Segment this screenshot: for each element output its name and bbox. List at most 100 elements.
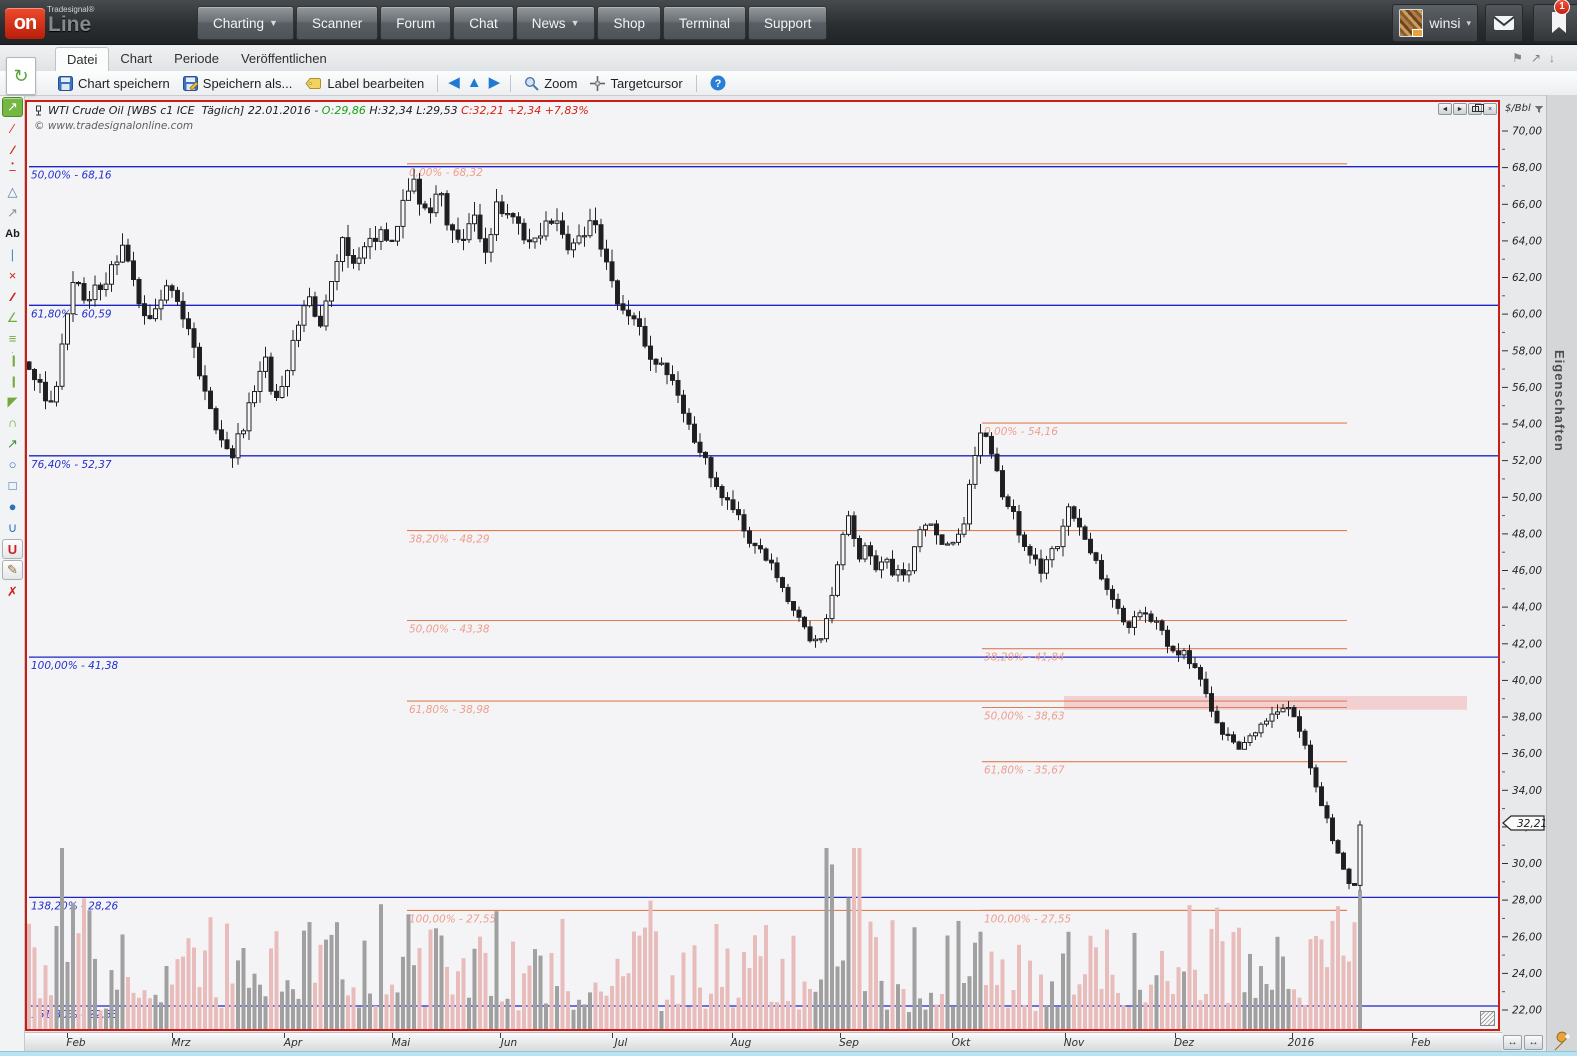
crossed-lines-tool-icon[interactable]: × — [0, 265, 25, 286]
pointer-tool-icon[interactable]: ↗ — [2, 97, 23, 117]
nav-left-button[interactable]: ◀ — [448, 75, 460, 90]
restore-window-button[interactable] — [1468, 103, 1484, 115]
expand-axis-button[interactable]: ↔ — [1524, 1035, 1543, 1050]
time-axis-label: Apr — [283, 1037, 303, 1049]
label-edit-button[interactable]: Label bearbeiten — [302, 74, 427, 93]
external-link-icon[interactable]: ↗ — [1531, 51, 1541, 65]
tab-veröffentlichen[interactable]: Veröffentlichen — [230, 47, 338, 72]
floppy-icon — [182, 75, 198, 91]
text-tool-icon[interactable]: Ab — [0, 223, 25, 244]
nav-forum-button[interactable]: Forum — [380, 6, 452, 40]
svg-text:40,00: 40,00 — [1512, 675, 1542, 687]
candlestick-chart[interactable]: 50,00% - 68,1661,80% - 60,5976,40% - 52,… — [27, 102, 1498, 1029]
settings-wrench-button[interactable] — [1548, 1031, 1576, 1053]
svg-text:61,80% - 35,67: 61,80% - 35,67 — [984, 765, 1065, 777]
menu-bar: Datei Chart Periode Veröffentlichen ⚑ ↗ ↓ — [0, 45, 1577, 72]
nav-terminal-button[interactable]: Terminal — [663, 6, 747, 40]
nav-chat-button[interactable]: Chat — [453, 6, 514, 40]
nav-scanner-button[interactable]: Scanner — [295, 6, 379, 40]
time-axis[interactable]: Feb Mrz Apr Mai Jun Jul Aug Sep Okt Nov Dez 2016 Feb — [25, 1032, 1502, 1051]
drawing-tools-panel: ↗∕∕∕−•△↗Ab|×∕∕∕∠≡|||·|||◤∩↗○□●∪U✎✗ — [0, 96, 25, 1056]
restore-icon — [1471, 104, 1484, 112]
nav-support-button[interactable]: Support — [748, 6, 828, 40]
chart-resize-handle[interactable] — [1480, 1011, 1495, 1026]
triangle-tool-icon[interactable]: △ — [0, 181, 25, 202]
scroll-right-button[interactable]: ► — [1453, 103, 1467, 115]
svg-text:61,80% - 38,98: 61,80% - 38,98 — [409, 704, 490, 716]
nav-charting-button[interactable]: Charting ▼ — [197, 6, 294, 40]
arcs-tool-icon[interactable]: ∩ — [0, 412, 25, 433]
scroll-left-button[interactable]: ◄ — [1438, 103, 1452, 115]
tab-datei[interactable]: Datei — [55, 47, 110, 72]
arrow-tool-icon[interactable]: ↗ — [0, 202, 25, 223]
svg-text:68,00: 68,00 — [1512, 162, 1542, 174]
properties-panel-tab[interactable]: Eigenschaften — [1546, 95, 1577, 1056]
title-high-low: H:32,34 L:29,53 — [365, 104, 462, 117]
time-axis-tick — [612, 1033, 613, 1038]
svg-text:48,00: 48,00 — [1512, 528, 1542, 540]
trendline-tool-icon[interactable]: ∕ — [0, 118, 25, 139]
zoom-button[interactable]: Zoom — [521, 74, 580, 93]
trend-arrow-tool-icon[interactable]: ↗ — [0, 433, 25, 454]
main-nav: Charting ▼ Scanner Forum Chat News ▼ Shop Termin… — [197, 6, 828, 40]
svg-text:100,00% - 27,55: 100,00% - 27,55 — [409, 913, 497, 925]
magnifier-icon — [525, 76, 539, 91]
targetcursor-button[interactable]: Targetcursor — [587, 74, 685, 93]
svg-text:44,00: 44,00 — [1512, 602, 1542, 614]
pencil-tool-icon[interactable]: ✎ — [2, 560, 23, 580]
chart-save-button[interactable]: Chart speichern — [55, 74, 173, 93]
crosshair-icon — [590, 75, 606, 91]
nav-shop-button[interactable]: Shop — [597, 6, 662, 40]
chart-save-button-label: Chart speichern — [78, 75, 170, 91]
window-icons: ⚑ ↗ ↓ — [1512, 51, 1555, 65]
user-name: winsi — [1429, 15, 1461, 31]
time-axis-label: Sep — [839, 1037, 859, 1049]
help-button[interactable]: ? — [707, 73, 729, 93]
brand-logo[interactable]: Tradesignal® on Line — [5, 3, 155, 43]
vertical-lines-tool-icon[interactable]: ||| — [0, 370, 25, 391]
rectangle-tool-icon[interactable]: □ — [0, 475, 25, 496]
tab-periode[interactable]: Periode — [163, 47, 230, 72]
svg-text:46,00: 46,00 — [1512, 565, 1542, 577]
svg-text:54,00: 54,00 — [1512, 419, 1542, 431]
time-axis-label: Okt — [951, 1037, 971, 1049]
vertical-line-tool-icon[interactable]: | — [0, 244, 25, 265]
svg-text:50,00% - 68,16: 50,00% - 68,16 — [31, 170, 112, 182]
svg-text:60,00: 60,00 — [1512, 309, 1542, 321]
parallel-lines-tool-icon[interactable]: ∕∕ — [0, 139, 25, 160]
title-symbol: WTI Crude Oil [WBS c1 ICE Täglich] 22.01… — [48, 104, 322, 117]
tab-chart[interactable]: Chart — [109, 47, 163, 72]
ellipse-tool-icon[interactable]: ○ — [0, 454, 25, 475]
user-menu-button[interactable]: winsi ▾ — [1392, 4, 1478, 42]
semicircle-tool-icon[interactable]: ∪ — [0, 517, 25, 538]
magnet-tool-icon[interactable]: U — [2, 539, 23, 559]
chevron-down-icon: ▼ — [570, 18, 580, 28]
chart-window[interactable]: 50,00% - 68,16 61,80% - 60,59 76,40% - 52,… — [25, 100, 1500, 1031]
price-axis[interactable]: $/Bbl 70,00 68,00 66,00 64,00 62,00 60,00 58,00… — [1502, 100, 1546, 1032]
zoom-button-label: Zoom — [544, 75, 578, 91]
nav-right-button[interactable]: ▶ — [489, 75, 501, 90]
fan-lines-tool-icon[interactable]: ∕∕∕ — [0, 286, 25, 307]
circle-tool-icon[interactable]: ● — [0, 496, 25, 517]
flag-icon[interactable]: ⚑ — [1512, 51, 1523, 65]
fibonacci-timezones-tool-icon[interactable]: ||| · — [0, 348, 25, 370]
delete-tool-icon[interactable]: ✗ — [0, 581, 25, 602]
svg-text:50,00% - 43,38: 50,00% - 43,38 — [409, 624, 490, 636]
mail-button[interactable] — [1485, 4, 1523, 42]
nav-news-button[interactable]: News ▼ — [515, 6, 596, 40]
toolbar-separator — [510, 74, 512, 92]
download-icon[interactable]: ↓ — [1549, 51, 1555, 65]
bookmark-button[interactable]: 1 — [1533, 0, 1577, 42]
angle-tool-icon[interactable]: ∠ — [0, 307, 25, 328]
horizontal-line-tool-icon[interactable]: − • — [0, 159, 25, 181]
refresh-document-icon[interactable]: ↻ — [6, 57, 36, 95]
svg-text:32,21: 32,21 — [1517, 818, 1546, 830]
close-window-button[interactable]: × — [1483, 103, 1497, 115]
nav-up-button[interactable]: ▲ — [467, 75, 482, 90]
fibonacci-retracement-tool-icon[interactable]: ≡ — [0, 328, 25, 349]
time-axis-label: Feb — [1411, 1037, 1431, 1049]
gann-fan-tool-icon[interactable]: ◤ — [0, 391, 25, 412]
save-as-button[interactable]: Speichern als... — [180, 74, 296, 93]
compress-axis-button[interactable]: ↔ — [1503, 1035, 1522, 1050]
svg-text:100,00% - 27,55: 100,00% - 27,55 — [984, 913, 1072, 925]
